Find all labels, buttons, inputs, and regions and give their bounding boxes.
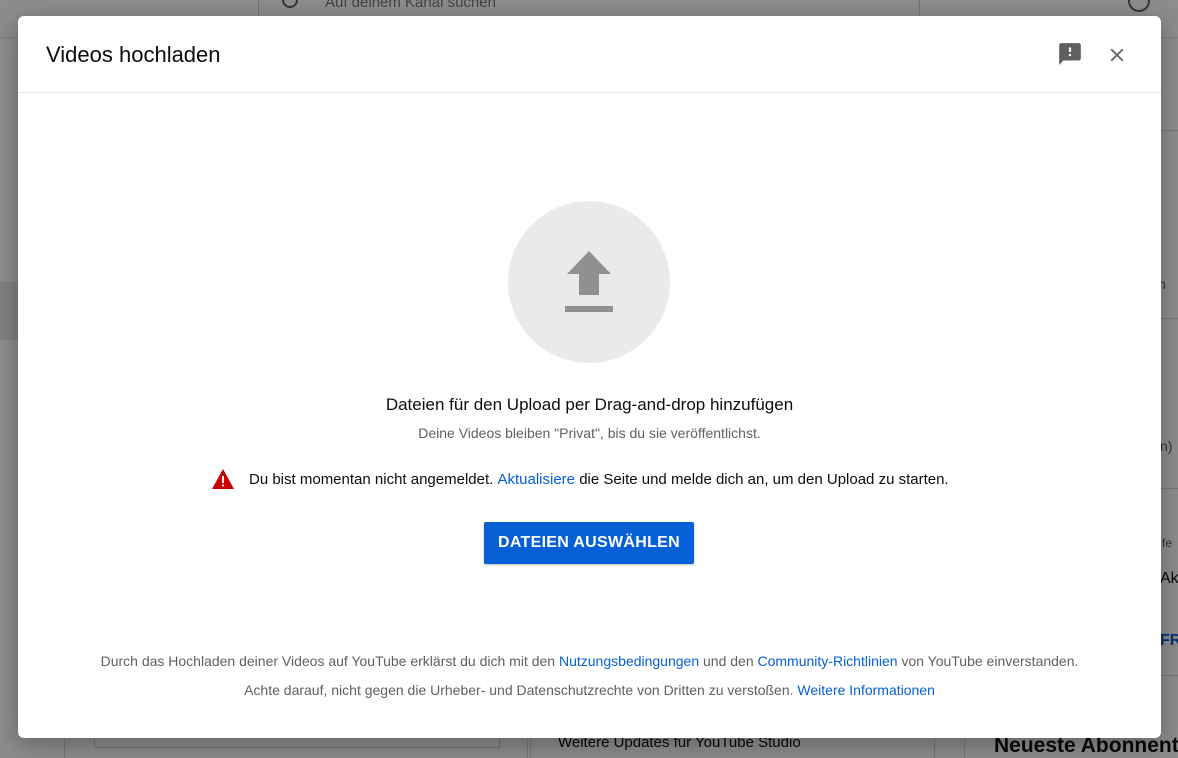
drop-subtitle: Deine Videos bleiben "Privat", bis du si… <box>418 425 761 441</box>
login-warning: Du bist momentan nicht angemeldet. Aktua… <box>211 468 949 490</box>
warning-icon <box>212 469 234 489</box>
dialog-title: Videos hochladen <box>46 42 221 67</box>
copyright-notice: Achte darauf, nicht gegen die Urheber- u… <box>18 682 1161 698</box>
close-button[interactable] <box>1099 37 1135 73</box>
feedback-button[interactable] <box>1052 36 1088 72</box>
terms-notice: Durch das Hochladen deiner Videos auf Yo… <box>18 653 1161 669</box>
drop-title: Dateien für den Upload per Drag-and-drop… <box>385 395 794 414</box>
close-icon <box>1110 48 1124 62</box>
refresh-link[interactable]: Aktualisiere <box>497 471 575 488</box>
warning-text-before: Du bist momentan nicht angemeldet. <box>249 470 494 488</box>
upload-drop-target[interactable] <box>508 201 670 363</box>
terms-of-service-link[interactable]: Nutzungsbedingungen <box>559 653 699 669</box>
warning-text-after: die Seite und melde dich an, um den Uplo… <box>579 470 949 488</box>
terms-text: und den <box>703 653 754 669</box>
terms-text: von YouTube einverstanden. <box>901 653 1079 669</box>
more-info-link[interactable]: Weitere Informationen <box>797 682 934 698</box>
dialog-header: Videos hochladen <box>18 16 1161 93</box>
terms-text: Durch das Hochladen deiner Videos auf Yo… <box>100 653 556 669</box>
copyright-text: Achte darauf, nicht gegen die Urheber- u… <box>244 682 794 698</box>
upload-dialog: Videos hochladen Dateien für den Upload … <box>18 16 1161 738</box>
feedback-icon <box>1059 43 1081 65</box>
select-files-button[interactable]: DATEIEN AUSWÄHLEN <box>484 522 694 564</box>
upload-arrow-icon <box>565 251 613 312</box>
community-guidelines-link[interactable]: Community-Richtlinien <box>758 653 898 669</box>
